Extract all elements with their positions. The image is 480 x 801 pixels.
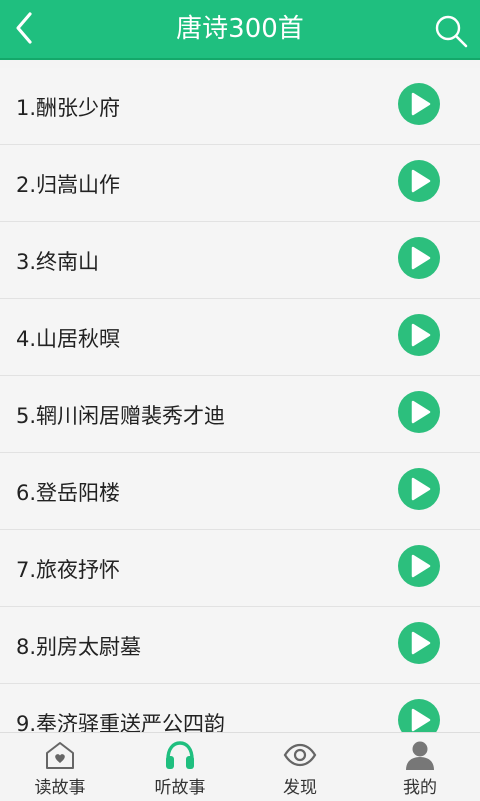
poem-title: 5.辋川闲居赠裴秀才迪	[16, 404, 226, 428]
play-circle-icon	[398, 160, 440, 202]
poem-title: 8.别房太尉墓	[16, 635, 142, 659]
poem-title: 6.登岳阳楼	[16, 481, 121, 505]
list-item[interactable]: 7.旅夜抒怀	[0, 530, 480, 607]
play-circle-icon	[398, 699, 440, 732]
play-button[interactable]	[398, 314, 440, 356]
headphones-icon	[166, 741, 194, 769]
tab-label: 我的	[403, 778, 437, 798]
page-title: 唐诗300首	[176, 14, 304, 44]
bottom-tab-bar: 读故事 听故事 发现 我的	[0, 732, 480, 801]
play-circle-icon	[398, 622, 440, 664]
search-icon	[435, 15, 468, 48]
list-item[interactable]: 3.终南山	[0, 222, 480, 299]
play-circle-icon	[398, 83, 440, 125]
list-item[interactable]: 5.辋川闲居赠裴秀才迪	[0, 376, 480, 453]
poem-title: 9.奉济驿重送严公四韵	[16, 712, 226, 732]
play-button[interactable]	[398, 622, 440, 664]
tab-mine[interactable]: 我的	[360, 733, 480, 801]
play-circle-icon	[398, 237, 440, 279]
search-button[interactable]	[432, 12, 470, 50]
eye-icon	[283, 743, 317, 767]
list-item[interactable]: 9.奉济驿重送严公四韵	[0, 684, 480, 732]
play-circle-icon	[398, 314, 440, 356]
play-circle-icon	[398, 468, 440, 510]
tab-label: 读故事	[34, 778, 86, 798]
poem-list[interactable]: 1.酬张少府 2.归嵩山作 3.终南山 4.山居秋暝 5.辋川闲居赠裴秀才迪 6…	[0, 68, 480, 732]
play-circle-icon	[398, 391, 440, 433]
play-circle-icon	[398, 545, 440, 587]
tab-label: 听故事	[154, 778, 206, 798]
list-item[interactable]: 6.登岳阳楼	[0, 453, 480, 530]
play-button[interactable]	[398, 83, 440, 125]
tab-discover[interactable]: 发现	[240, 733, 360, 801]
poem-title: 4.山居秋暝	[16, 327, 121, 351]
play-button[interactable]	[398, 545, 440, 587]
play-button[interactable]	[398, 237, 440, 279]
play-button[interactable]	[398, 391, 440, 433]
play-button[interactable]	[398, 468, 440, 510]
list-item[interactable]: 4.山居秋暝	[0, 299, 480, 376]
tab-listen-stories[interactable]: 听故事	[120, 733, 240, 801]
poem-title: 3.终南山	[16, 250, 100, 274]
list-item[interactable]: 2.归嵩山作	[0, 145, 480, 222]
poem-title: 1.酬张少府	[16, 96, 121, 120]
tab-label: 发现	[283, 778, 317, 798]
user-icon	[406, 741, 434, 770]
play-button[interactable]	[398, 160, 440, 202]
tab-read-stories[interactable]: 读故事	[0, 733, 120, 801]
list-item[interactable]: 1.酬张少府	[0, 68, 480, 145]
play-button[interactable]	[398, 699, 440, 732]
app-header: 唐诗300首	[0, 0, 480, 60]
poem-title: 2.归嵩山作	[16, 173, 121, 197]
house-heart-icon	[46, 742, 74, 769]
poem-title: 7.旅夜抒怀	[16, 558, 121, 582]
list-item[interactable]: 8.别房太尉墓	[0, 607, 480, 684]
